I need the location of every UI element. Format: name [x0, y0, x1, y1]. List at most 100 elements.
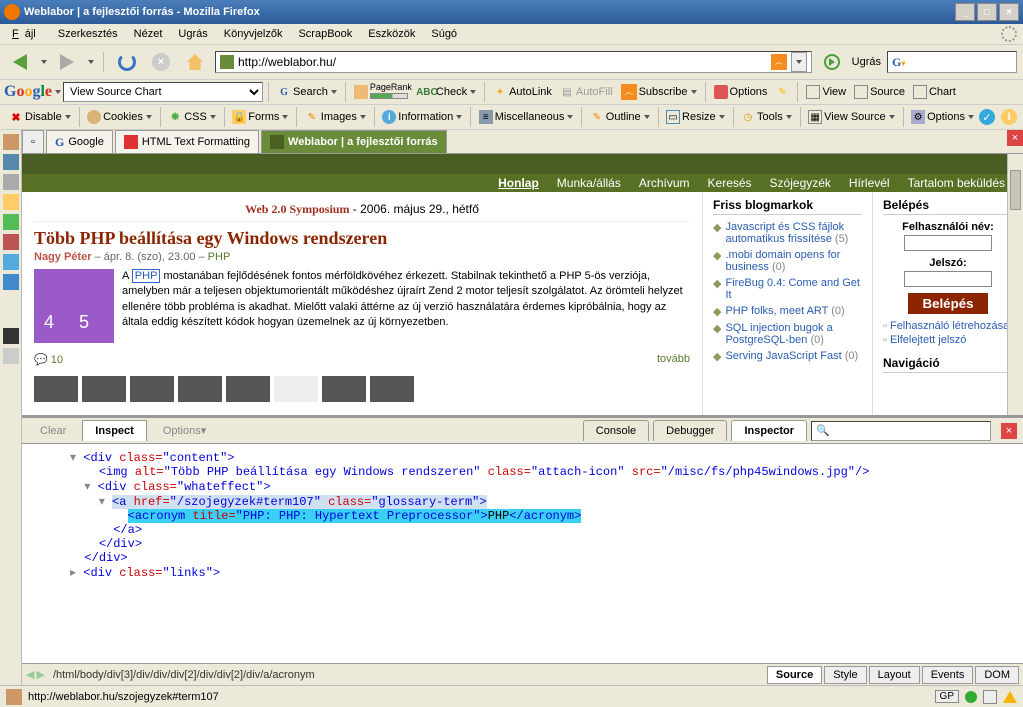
fb-console-tab[interactable]: Console	[583, 420, 649, 441]
disable-menu[interactable]: ✖Disable	[6, 109, 74, 125]
nav-szojegyzek[interactable]: Szójegyzék	[764, 176, 837, 190]
blogmark-link[interactable]: Serving JavaScript Fast	[725, 350, 841, 362]
fb-debugger-tab[interactable]: Debugger	[653, 420, 727, 441]
fb-clear-button[interactable]: Clear	[28, 421, 78, 441]
highlighter-button[interactable]: ✎	[772, 84, 792, 100]
menu-view[interactable]: Nézet	[128, 26, 169, 42]
tab-html-formatting[interactable]: HTML Text Formatting	[115, 130, 259, 153]
sidebar-icon-3[interactable]	[3, 174, 19, 190]
search-bar[interactable]: G▾	[887, 51, 1017, 73]
thumb[interactable]	[322, 376, 366, 402]
nav-kereses[interactable]: Keresés	[702, 176, 758, 190]
create-user-link[interactable]: Felhasználó létrehozása	[883, 320, 1013, 332]
viewsource-menu[interactable]: ▦View Source	[805, 109, 898, 125]
fb-nav-back-icon[interactable]: ◀	[26, 668, 34, 681]
tab-close-button[interactable]: ×	[1007, 130, 1023, 146]
article-author[interactable]: Nagy Péter	[34, 251, 91, 263]
css-menu[interactable]: ❋CSS	[165, 109, 219, 125]
chart-button[interactable]: Chart	[910, 84, 959, 100]
sidebar-icon-10[interactable]	[3, 348, 19, 364]
nav-bekuldes[interactable]: Tartalom beküldés	[902, 176, 1011, 190]
security-status-icon[interactable]	[965, 691, 977, 703]
close-button[interactable]: ×	[999, 3, 1019, 21]
view-button[interactable]: View	[803, 84, 849, 100]
fb-source-button[interactable]: Source	[767, 666, 822, 684]
fb-layout-button[interactable]: Layout	[869, 666, 920, 684]
source-button[interactable]: Source	[851, 84, 908, 100]
login-button[interactable]: Belépés	[908, 293, 987, 314]
sidebar-icon-9[interactable]	[3, 328, 19, 344]
fb-events-button[interactable]: Events	[922, 666, 974, 684]
reload-button[interactable]	[113, 48, 141, 76]
menu-help[interactable]: Súgó	[425, 26, 463, 42]
maximize-button[interactable]: □	[977, 3, 997, 21]
autofill-button[interactable]: ▤AutoFill	[557, 84, 616, 100]
blogmark-link[interactable]: Javascript és CSS fájlok automatikus fri…	[725, 221, 844, 245]
php-highlighted-term[interactable]: PHP	[132, 269, 161, 283]
nav-honlap[interactable]: Honlap	[492, 176, 545, 190]
sidebar-icon-5[interactable]	[3, 214, 19, 230]
more-link[interactable]: tovább	[657, 353, 690, 366]
resize-menu[interactable]: ▭Resize	[663, 109, 728, 125]
username-input[interactable]	[904, 235, 992, 251]
check-icon[interactable]: ✓	[979, 109, 995, 125]
menu-edit[interactable]: Szerkesztés	[52, 26, 124, 42]
back-button[interactable]	[6, 48, 34, 76]
sidebar-icon-8[interactable]	[3, 274, 19, 290]
fb-inspect-button[interactable]: Inspect	[82, 420, 147, 441]
thumb[interactable]	[130, 376, 174, 402]
forgot-password-link[interactable]: Elfelejtett jelszó	[883, 334, 1013, 346]
minimize-button[interactable]: _	[955, 3, 975, 21]
tab-google[interactable]: G Google	[46, 130, 113, 153]
page-scrollbar[interactable]	[1007, 154, 1023, 415]
thumb[interactable]	[370, 376, 414, 402]
nav-munka[interactable]: Munka/állás	[551, 176, 627, 190]
nav-hirlevel[interactable]: Hírlevél	[843, 176, 896, 190]
comments-link[interactable]: 💬 10	[34, 353, 63, 366]
google-search-button[interactable]: GSearch	[274, 84, 340, 100]
sidebar-icon-7[interactable]	[3, 254, 19, 270]
gp-badge[interactable]: GP	[935, 690, 959, 703]
stop-button[interactable]: ×	[147, 48, 175, 76]
forward-dropdown[interactable]	[88, 60, 94, 64]
back-dropdown[interactable]	[41, 60, 47, 64]
cookies-menu[interactable]: Cookies	[84, 109, 155, 125]
google-options-button[interactable]: Options	[711, 84, 771, 100]
tab-weblabor[interactable]: Weblabor | a fejlesztői forrás	[261, 130, 447, 153]
thumb[interactable]	[178, 376, 222, 402]
password-input[interactable]	[904, 271, 992, 287]
article-category[interactable]: PHP	[208, 251, 231, 263]
thumb[interactable]	[82, 376, 126, 402]
thumb[interactable]	[226, 376, 270, 402]
sidebar-icon-4[interactable]	[3, 194, 19, 210]
sidebar-icon-1[interactable]	[3, 134, 19, 150]
new-tab-button[interactable]: ▫	[22, 130, 44, 153]
fb-inspector-tab[interactable]: Inspector	[731, 420, 807, 441]
google-search-select[interactable]: View Source Chart	[63, 82, 263, 102]
symposium-title[interactable]: Web 2.0 Symposium	[245, 202, 349, 216]
home-button[interactable]	[181, 48, 209, 76]
forms-menu[interactable]: 🔒Forms	[229, 109, 291, 125]
menu-go[interactable]: Ugrás	[172, 26, 213, 42]
go-button[interactable]	[818, 48, 846, 76]
fb-dom-button[interactable]: DOM	[975, 666, 1019, 684]
url-dropdown[interactable]	[791, 52, 807, 72]
url-input[interactable]	[238, 55, 771, 69]
status-icon[interactable]	[983, 690, 997, 704]
article-title[interactable]: Több PHP beállítása egy Windows rendszer…	[34, 228, 690, 249]
subscribe-button[interactable]: ෴Subscribe	[618, 83, 700, 101]
menu-bookmarks[interactable]: Könyvjelzők	[218, 26, 289, 42]
menu-scrapbook[interactable]: ScrapBook	[292, 26, 358, 42]
url-bar[interactable]: ෴	[215, 51, 812, 73]
autolink-button[interactable]: ✦AutoLink	[490, 84, 555, 100]
fb-close-button[interactable]: ×	[1001, 423, 1017, 439]
sidebar-icon-2[interactable]	[3, 154, 19, 170]
firebug-status-icon[interactable]	[6, 689, 22, 705]
pagerank-widget[interactable]: PageRank	[351, 82, 415, 102]
blogmark-link[interactable]: FireBug 0.4: Come and Get It	[725, 277, 860, 301]
fb-breadcrumb[interactable]: /html/body/div[3]/div/div/div[2]/div/div…	[47, 669, 765, 681]
thumb[interactable]	[274, 376, 318, 402]
rss-icon[interactable]: ෴	[771, 54, 787, 70]
blogmark-link[interactable]: PHP folks, meet ART	[725, 305, 828, 317]
nav-archivum[interactable]: Archívum	[633, 176, 696, 190]
